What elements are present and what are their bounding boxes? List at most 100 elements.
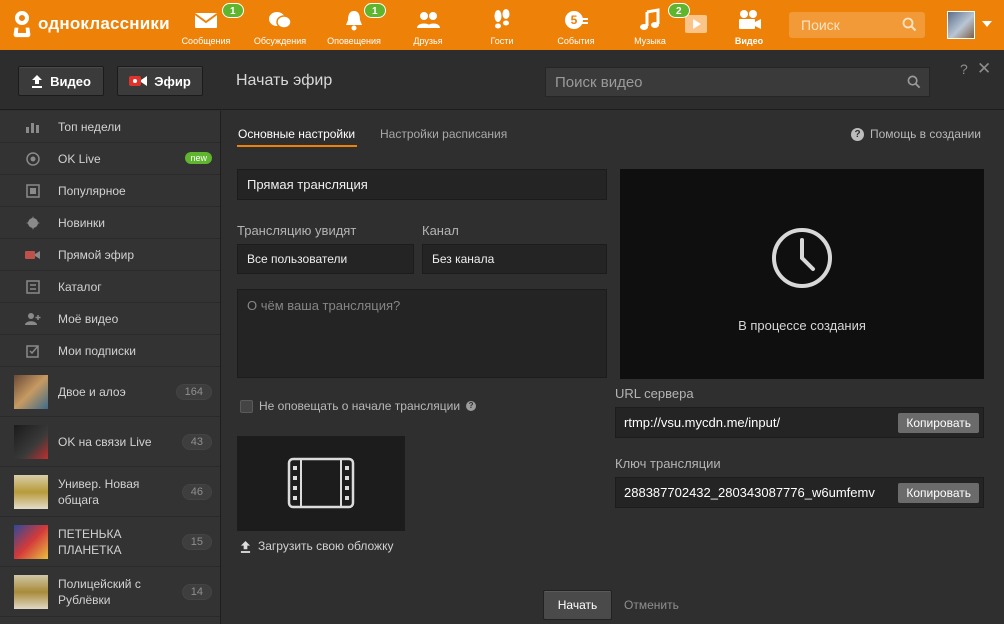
video-panel: Видео Эфир Начать эфир ? ✕ Топ недели OK…: [0, 50, 1004, 624]
notify-checkbox-row[interactable]: Не оповещать о начале трансляции ?: [240, 399, 477, 413]
sidebar-item-ok-live[interactable]: OK Live new: [0, 143, 220, 175]
channel-item[interactable]: ПЕТЕНЬКА ПЛАНЕТКА 15: [0, 517, 220, 567]
sidebar-item-label: Новинки: [58, 215, 105, 230]
video-search-input[interactable]: [546, 68, 929, 96]
nav-events[interactable]: 5 События: [546, 0, 606, 50]
clock-icon: [772, 228, 832, 288]
help-icon[interactable]: ?: [960, 61, 968, 77]
subscriptions-icon: [24, 344, 42, 358]
channel-select[interactable]: Без канала: [422, 244, 607, 274]
live-camera-icon: [129, 76, 148, 86]
close-icon[interactable]: ✕: [977, 59, 991, 79]
upload-arrow-icon: [32, 75, 43, 88]
sidebar-item-popular[interactable]: Популярное: [0, 175, 220, 207]
description-textarea[interactable]: О чём ваша трансляция?: [237, 289, 607, 378]
cover-placeholder[interactable]: [237, 436, 405, 531]
channel-count: 43: [181, 434, 212, 450]
channel-name: Универ. Новая общага: [58, 476, 140, 507]
sidebar-item-label: Мои подписки: [58, 343, 136, 358]
nav-guests[interactable]: Гости: [472, 0, 532, 50]
music-note-icon: [640, 8, 660, 30]
notify-label: Не оповещать о начале трансляции: [259, 399, 461, 413]
help-link[interactable]: ? Помощь в создании: [851, 127, 981, 141]
channel-count: 14: [181, 584, 212, 600]
sidebar-item-new[interactable]: Новинки: [0, 207, 220, 239]
nav-discussions[interactable]: Обсуждения: [248, 0, 312, 50]
user-avatar[interactable]: [947, 11, 975, 39]
stream-preview: В процессе создания: [620, 169, 984, 379]
nav-notifications[interactable]: 1 Оповещения: [322, 0, 386, 50]
channel-name: Двое и алоэ: [58, 384, 126, 399]
question-icon[interactable]: ?: [466, 401, 477, 411]
nav-events-label: События: [557, 36, 595, 46]
audience-select[interactable]: Все пользователи: [237, 244, 414, 274]
search-icon[interactable]: [907, 75, 921, 89]
sidebar-item-label: Популярное: [58, 183, 126, 198]
sidebar-item-catalog[interactable]: Каталог: [0, 271, 220, 303]
friends-icon: [417, 12, 440, 28]
events-icon: 5: [565, 11, 588, 29]
top-bar: одноклассники 1 Сообщения Обсуждения 1 О…: [0, 0, 1004, 50]
copy-url-button[interactable]: Копировать: [898, 413, 979, 433]
sidebar: Топ недели OK Live new Популярное Новинк…: [0, 111, 221, 624]
stream-key-field[interactable]: 288387702432_280343087776_w6umfemv Копир…: [615, 477, 984, 508]
top-search[interactable]: [789, 12, 925, 38]
audience-label: Трансляцию увидят: [237, 223, 357, 238]
sidebar-item-label: OK Live: [58, 151, 101, 166]
cancel-link[interactable]: Отменить: [624, 598, 679, 612]
stream-title-input[interactable]: Прямая трансляция: [237, 169, 607, 200]
go-live-label: Эфир: [154, 73, 191, 89]
tab-schedule-settings[interactable]: Настройки расписания: [380, 127, 507, 141]
notify-checkbox[interactable]: [240, 399, 253, 413]
upload-video-label: Видео: [50, 73, 91, 89]
sidebar-item-top-week[interactable]: Топ недели: [0, 111, 220, 143]
new-badge: new: [185, 152, 212, 164]
ok-logo-icon: [12, 10, 32, 38]
user-plus-icon: [24, 312, 42, 326]
channel-label: Канал: [422, 223, 459, 238]
tab-basic-settings[interactable]: Основные настройки: [238, 127, 355, 141]
start-button[interactable]: Начать: [543, 590, 612, 620]
page-title: Начать эфир: [236, 72, 333, 89]
nav-video[interactable]: Видео: [722, 0, 776, 50]
nav-guests-label: Гости: [490, 36, 514, 46]
channel-thumbnail: [14, 575, 48, 609]
search-icon[interactable]: [902, 17, 917, 32]
channel-item[interactable]: OK на связи Live 43: [0, 417, 220, 467]
sidebar-item-label: Прямой эфир: [58, 247, 134, 262]
brand-name: одноклассники: [38, 14, 170, 33]
channel-name: ПЕТЕНЬКА ПЛАНЕТКА: [58, 526, 122, 557]
channel-name: Полицейский с Рублёвки: [58, 576, 141, 607]
channel-thumbnail: [14, 425, 48, 459]
nav-friends[interactable]: Друзья: [398, 0, 458, 50]
camera-icon: [24, 248, 42, 262]
go-live-button[interactable]: Эфир: [117, 66, 203, 96]
channel-name: OK на связи Live: [58, 434, 152, 449]
upload-cover-label: Загрузить свою обложку: [258, 539, 394, 553]
sidebar-item-live[interactable]: Прямой эфир: [0, 239, 220, 271]
sidebar-item-my-video[interactable]: Моё видео: [0, 303, 220, 335]
upload-cover-link[interactable]: Загрузить свою обложку: [240, 539, 393, 553]
question-icon: ?: [851, 127, 864, 141]
panel-header: Видео Эфир Начать эфир ? ✕: [0, 50, 1004, 110]
film-strip-icon: [24, 183, 42, 198]
server-url-field[interactable]: rtmp://vsu.mycdn.me/input/ Копировать: [615, 407, 984, 438]
channel-item[interactable]: Универ. Новая общага 46: [0, 467, 220, 517]
copy-key-button[interactable]: Копировать: [898, 483, 979, 503]
channel-item[interactable]: Двое и алоэ 164: [0, 367, 220, 417]
nav-friends-label: Друзья: [413, 36, 443, 46]
sidebar-item-label: Топ недели: [58, 119, 121, 134]
nav-music-label: Музыка: [634, 36, 666, 46]
nav-messages[interactable]: 1 Сообщения: [176, 0, 244, 50]
video-search[interactable]: [545, 67, 930, 97]
sidebar-item-label: Каталог: [58, 279, 102, 294]
upload-video-button[interactable]: Видео: [18, 66, 104, 96]
sidebar-item-subscriptions[interactable]: Мои подписки: [0, 335, 220, 367]
upload-arrow-icon: [240, 540, 251, 553]
logo[interactable]: одноклассники: [12, 9, 170, 39]
chevron-down-icon[interactable]: [982, 21, 992, 27]
nav-video-play[interactable]: 2: [668, 0, 716, 50]
video-camera-icon: [739, 10, 761, 29]
channel-item[interactable]: Полицейский с Рублёвки 14: [0, 567, 220, 617]
catalog-icon: [24, 279, 42, 294]
